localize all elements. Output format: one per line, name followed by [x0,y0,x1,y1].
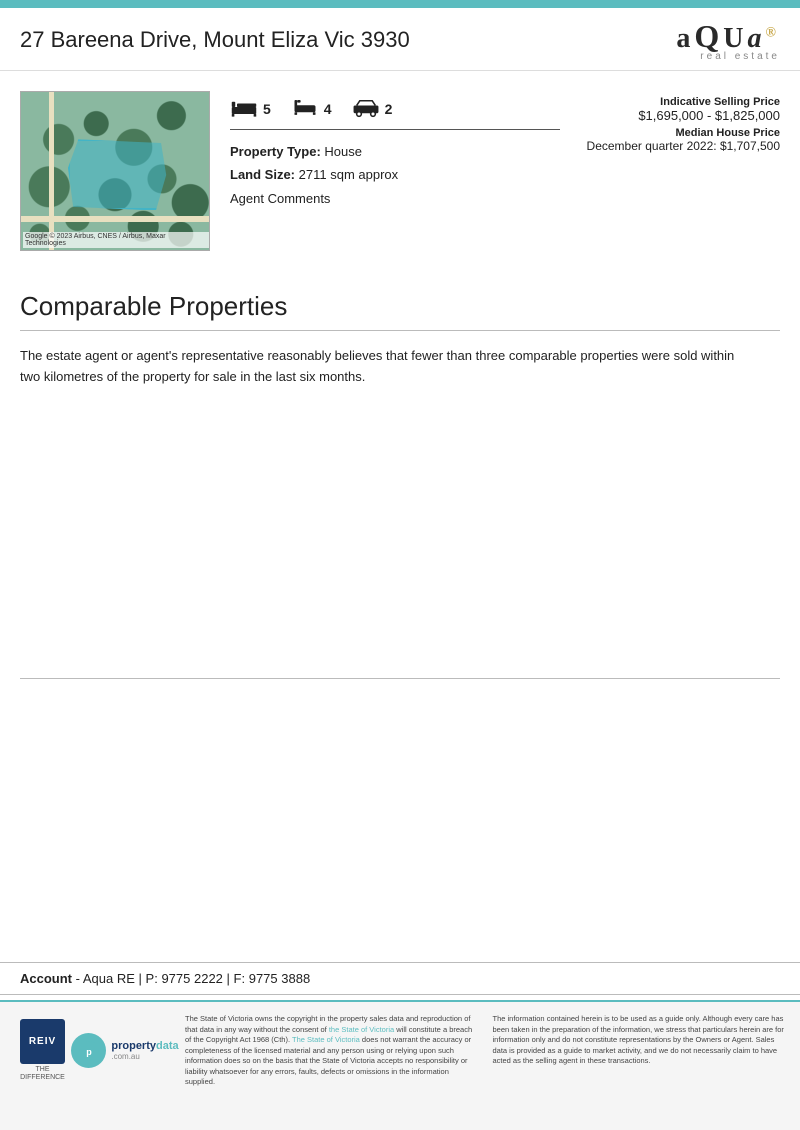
reiv-sub-text: THE [20,1066,65,1074]
agent-comments-label: Agent Comments [230,191,330,206]
land-value: 2711 sqm approx [299,167,399,182]
propdata-svg-icon: p [78,1040,100,1062]
propdata-icon: p [71,1033,106,1068]
baths-feature: 4 [291,96,332,121]
reiv-badge: REIV [20,1019,65,1064]
comparable-title: Comparable Properties [20,291,780,331]
land-size-row: Land Size: 2711 sqm approx [230,163,560,186]
footer: REIV THE DIFFERENCE p propertydata [0,1000,800,1130]
content-spacer [0,699,800,899]
logo-text: aQUa® [676,18,780,55]
account-name: Aqua RE [83,971,135,986]
property-highlight [68,139,171,210]
beds-count: 5 [263,101,271,117]
propdata-domain: .com.au [111,1052,178,1061]
footer-logos: REIV THE DIFFERENCE p propertydata [15,1014,170,1083]
median-value: December quarter 2022: $1,707,500 [580,139,780,153]
map-copyright: Google © 2023 Airbus, CNES / Airbus, Max… [23,232,209,248]
comparable-body: The estate agent or agent's representati… [20,346,740,388]
bottom-divider [20,678,780,679]
footer-disclaimer: The State of Victoria owns the copyright… [185,1014,785,1088]
features-row: 5 4 [230,96,560,130]
reiv-subtitle: THE DIFFERENCE [20,1066,65,1083]
fax-value: 9775 3888 [249,971,310,986]
median-label: Median House Price [580,127,780,139]
beds-feature: 5 [230,96,271,121]
disclaimer-left: The State of Victoria owns the copyright… [185,1014,478,1088]
fax-label: F: [234,971,246,986]
reiv-text: REIV [29,1036,56,1047]
header: 27 Bareena Drive, Mount Eliza Vic 3930 a… [0,8,800,71]
disclaimer-right: The information contained herein is to b… [493,1014,786,1088]
pricing-section: Indicative Selling Price $1,695,000 - $1… [580,91,780,153]
reiv-logo: REIV THE DIFFERENCE [15,1019,70,1083]
phone-value: 9775 2222 [161,971,222,986]
top-accent-bar [0,0,800,8]
car-icon [352,96,380,121]
account-label: Account [20,971,72,986]
price-range: $1,695,000 - $1,825,000 [580,108,780,123]
agent-comments-row: Agent Comments [230,187,560,210]
land-label: Land Size: [230,167,295,182]
property-details: 5 4 [230,91,560,210]
comparable-section: Comparable Properties The estate agent o… [0,261,800,398]
propdata-name: propertydata [111,1040,178,1052]
property-type-row: Property Type: House [230,140,560,163]
svg-text:p: p [86,1047,92,1057]
property-map-image: Google © 2023 Airbus, CNES / Airbus, Max… [20,91,210,251]
type-label: Property Type: [230,144,321,159]
cars-count: 2 [385,101,393,117]
phone-label: P: [146,971,158,986]
brand-logo: aQUa® real estate [676,18,780,62]
bed-icon [230,96,258,121]
reiv-sub-text2: DIFFERENCE [20,1074,65,1082]
account-dash: - [76,971,83,986]
disclaimer-right-text: The information contained herein is to b… [493,1014,784,1065]
property-address: 27 Bareena Drive, Mount Eliza Vic 3930 [20,27,410,53]
type-value: House [324,144,362,159]
property-info: Property Type: House Land Size: 2711 sqm… [230,140,560,210]
property-section: Google © 2023 Airbus, CNES / Airbus, Max… [0,71,800,261]
bath-icon [291,96,319,121]
propertydata-logo: p propertydata .com.au [80,1033,170,1068]
price-label: Indicative Selling Price [580,96,780,108]
account-bar: Account - Aqua RE | P: 9775 2222 | F: 97… [0,962,800,995]
baths-count: 4 [324,101,332,117]
cars-feature: 2 [352,96,393,121]
